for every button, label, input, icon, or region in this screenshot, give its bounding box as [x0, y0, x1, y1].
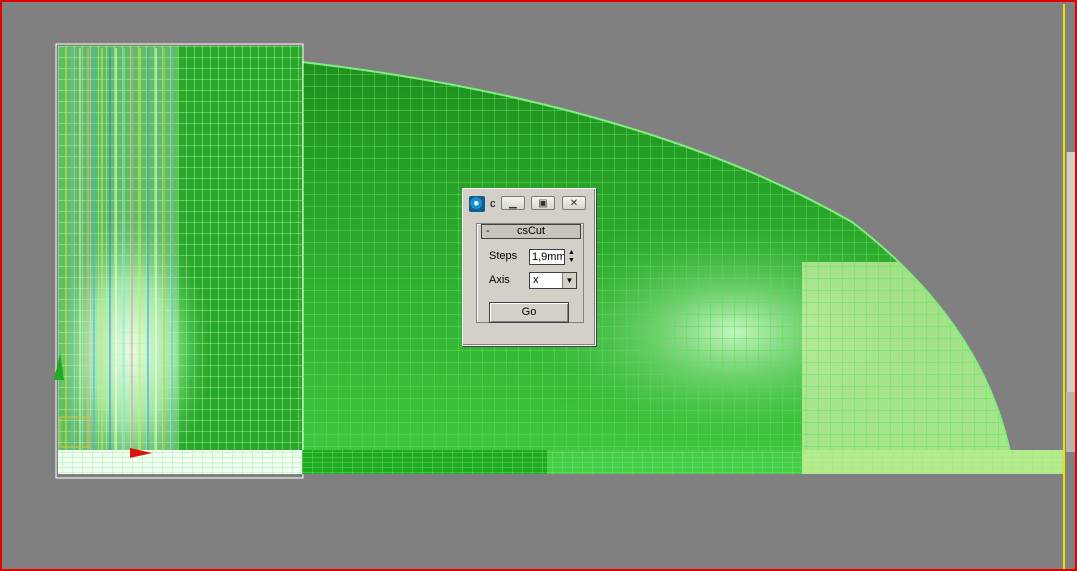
dropdown-arrow-icon[interactable]: ▼: [562, 273, 576, 288]
viewport-front[interactable]: c ▁ ▣ ✕ - csCut Steps 1,9mm ▲ ▼ Axis x ▼…: [0, 0, 1077, 571]
app-icon: [469, 196, 485, 212]
rollout-title: csCut: [516, 225, 546, 237]
close-icon: ✕: [569, 197, 579, 209]
side-panel-edge-lower: [1066, 392, 1075, 452]
steps-input[interactable]: 1,9mm: [529, 249, 565, 265]
viewport-active-border: [1063, 4, 1065, 569]
close-button[interactable]: ✕: [562, 196, 586, 210]
axis-select[interactable]: x ▼: [529, 272, 577, 289]
steps-label: Steps: [489, 250, 518, 262]
dialog-title: c: [490, 198, 496, 210]
spinner-down-icon[interactable]: ▼: [566, 257, 577, 265]
go-button[interactable]: Go: [489, 302, 569, 323]
maximize-button[interactable]: ▣: [531, 196, 555, 210]
spinner-up-icon[interactable]: ▲: [566, 249, 577, 257]
maximize-icon: ▣: [538, 197, 548, 209]
minimize-icon: ▁: [509, 197, 517, 209]
steps-spinner[interactable]: ▲ ▼: [566, 249, 577, 265]
axis-select-value: x: [533, 274, 539, 286]
minimize-button[interactable]: ▁: [501, 196, 525, 210]
cscut-dialog[interactable]: c ▁ ▣ ✕ - csCut Steps 1,9mm ▲ ▼ Axis x ▼…: [462, 188, 596, 346]
rollout-header-cscut[interactable]: - csCut: [481, 224, 581, 239]
axis-label: Axis: [489, 274, 510, 286]
